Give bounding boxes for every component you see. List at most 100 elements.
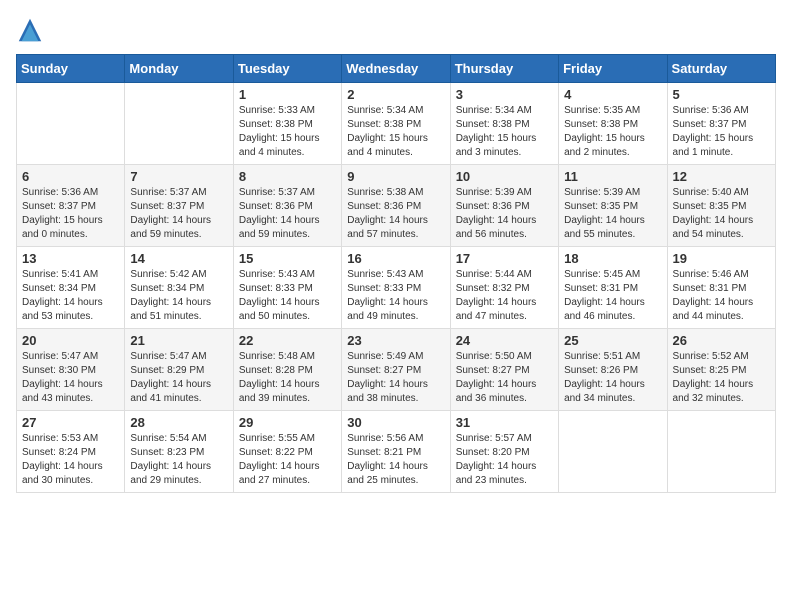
- calendar-cell: 11 Sunrise: 5:39 AM Sunset: 8:35 PM Dayli…: [559, 165, 667, 247]
- day-info: Sunrise: 5:34 AM Sunset: 8:38 PM Dayligh…: [456, 104, 553, 160]
- calendar-week-1: 1 Sunrise: 5:33 AM Sunset: 8:38 PM Daylig…: [17, 83, 776, 165]
- calendar-cell: 4 Sunrise: 5:35 AM Sunset: 8:38 PM Daylig…: [559, 83, 667, 165]
- calendar-cell: 2 Sunrise: 5:34 AM Sunset: 8:38 PM Daylig…: [342, 83, 450, 165]
- day-info: Sunrise: 5:46 AM Sunset: 8:31 PM Dayligh…: [673, 268, 770, 324]
- day-number: 20: [22, 333, 119, 348]
- calendar-cell: 23 Sunrise: 5:49 AM Sunset: 8:27 PM Dayli…: [342, 329, 450, 411]
- day-number: 6: [22, 169, 119, 184]
- day-info: Sunrise: 5:39 AM Sunset: 8:36 PM Dayligh…: [456, 186, 553, 242]
- day-number: 4: [564, 87, 661, 102]
- day-info: Sunrise: 5:38 AM Sunset: 8:36 PM Dayligh…: [347, 186, 444, 242]
- calendar-cell: [125, 83, 233, 165]
- day-number: 2: [347, 87, 444, 102]
- day-number: 7: [130, 169, 227, 184]
- day-header-saturday: Saturday: [667, 55, 775, 83]
- calendar-cell: 7 Sunrise: 5:37 AM Sunset: 8:37 PM Daylig…: [125, 165, 233, 247]
- day-info: Sunrise: 5:40 AM Sunset: 8:35 PM Dayligh…: [673, 186, 770, 242]
- calendar-cell: 20 Sunrise: 5:47 AM Sunset: 8:30 PM Dayli…: [17, 329, 125, 411]
- day-number: 30: [347, 415, 444, 430]
- calendar-week-5: 27 Sunrise: 5:53 AM Sunset: 8:24 PM Dayli…: [17, 411, 776, 493]
- day-info: Sunrise: 5:41 AM Sunset: 8:34 PM Dayligh…: [22, 268, 119, 324]
- day-info: Sunrise: 5:55 AM Sunset: 8:22 PM Dayligh…: [239, 432, 336, 488]
- day-number: 9: [347, 169, 444, 184]
- day-header-monday: Monday: [125, 55, 233, 83]
- calendar-cell: 29 Sunrise: 5:55 AM Sunset: 8:22 PM Dayli…: [233, 411, 341, 493]
- page-header: [16, 16, 776, 44]
- day-number: 23: [347, 333, 444, 348]
- day-info: Sunrise: 5:45 AM Sunset: 8:31 PM Dayligh…: [564, 268, 661, 324]
- calendar-cell: 5Sunrise: 5:36 AM Sunset: 8:37 PM Daylig…: [667, 83, 775, 165]
- day-info: Sunrise: 5:54 AM Sunset: 8:23 PM Dayligh…: [130, 432, 227, 488]
- calendar-header-row: SundayMondayTuesdayWednesdayThursdayFrid…: [17, 55, 776, 83]
- calendar-cell: 22 Sunrise: 5:48 AM Sunset: 8:28 PM Dayli…: [233, 329, 341, 411]
- calendar-cell: 12 Sunrise: 5:40 AM Sunset: 8:35 PM Dayli…: [667, 165, 775, 247]
- day-info: Sunrise: 5:39 AM Sunset: 8:35 PM Dayligh…: [564, 186, 661, 242]
- calendar-cell: 15Sunrise: 5:43 AM Sunset: 8:33 PM Dayli…: [233, 247, 341, 329]
- logo-icon: [16, 16, 44, 44]
- day-number: 18: [564, 251, 661, 266]
- calendar-cell: 6 Sunrise: 5:36 AM Sunset: 8:37 PM Daylig…: [17, 165, 125, 247]
- day-info: Sunrise: 5:50 AM Sunset: 8:27 PM Dayligh…: [456, 350, 553, 406]
- day-number: 1: [239, 87, 336, 102]
- day-number: 27: [22, 415, 119, 430]
- calendar-cell: 17 Sunrise: 5:44 AM Sunset: 8:32 PM Dayli…: [450, 247, 558, 329]
- day-number: 31: [456, 415, 553, 430]
- calendar-cell: 30 Sunrise: 5:56 AM Sunset: 8:21 PM Dayli…: [342, 411, 450, 493]
- day-info: Sunrise: 5:43 AM Sunset: 8:33 PM Dayligh…: [347, 268, 444, 324]
- day-number: 12: [673, 169, 770, 184]
- calendar-cell: 3 Sunrise: 5:34 AM Sunset: 8:38 PM Daylig…: [450, 83, 558, 165]
- day-header-friday: Friday: [559, 55, 667, 83]
- calendar-cell: 18 Sunrise: 5:45 AM Sunset: 8:31 PM Dayli…: [559, 247, 667, 329]
- day-info: Sunrise: 5:48 AM Sunset: 8:28 PM Dayligh…: [239, 350, 336, 406]
- day-number: 21: [130, 333, 227, 348]
- calendar-week-3: 13 Sunrise: 5:41 AM Sunset: 8:34 PM Dayli…: [17, 247, 776, 329]
- calendar-week-4: 20 Sunrise: 5:47 AM Sunset: 8:30 PM Dayli…: [17, 329, 776, 411]
- day-number: 16: [347, 251, 444, 266]
- day-number: 17: [456, 251, 553, 266]
- day-info: Sunrise: 5:42 AM Sunset: 8:34 PM Dayligh…: [130, 268, 227, 324]
- calendar-cell: [559, 411, 667, 493]
- calendar-cell: 9 Sunrise: 5:38 AM Sunset: 8:36 PM Daylig…: [342, 165, 450, 247]
- calendar-cell: 13 Sunrise: 5:41 AM Sunset: 8:34 PM Dayli…: [17, 247, 125, 329]
- day-number: 11: [564, 169, 661, 184]
- day-number: 19: [673, 251, 770, 266]
- day-info: Sunrise: 5:33 AM Sunset: 8:38 PM Dayligh…: [239, 104, 336, 160]
- day-header-tuesday: Tuesday: [233, 55, 341, 83]
- day-info: Sunrise: 5:36 AM Sunset: 8:37 PM Dayligh…: [22, 186, 119, 242]
- day-info: Sunrise: 5:35 AM Sunset: 8:38 PM Dayligh…: [564, 104, 661, 160]
- calendar-cell: 10 Sunrise: 5:39 AM Sunset: 8:36 PM Dayli…: [450, 165, 558, 247]
- day-info: Sunrise: 5:51 AM Sunset: 8:26 PM Dayligh…: [564, 350, 661, 406]
- day-info: Sunrise: 5:37 AM Sunset: 8:37 PM Dayligh…: [130, 186, 227, 242]
- day-number: 3: [456, 87, 553, 102]
- calendar-cell: 28 Sunrise: 5:54 AM Sunset: 8:23 PM Dayli…: [125, 411, 233, 493]
- calendar-cell: [667, 411, 775, 493]
- day-info: Sunrise: 5:49 AM Sunset: 8:27 PM Dayligh…: [347, 350, 444, 406]
- calendar-cell: 14 Sunrise: 5:42 AM Sunset: 8:34 PM Dayli…: [125, 247, 233, 329]
- calendar-cell: [17, 83, 125, 165]
- day-number: 14: [130, 251, 227, 266]
- day-number: 22: [239, 333, 336, 348]
- day-number: 28: [130, 415, 227, 430]
- day-number: 25: [564, 333, 661, 348]
- day-info: Sunrise: 5:37 AM Sunset: 8:36 PM Dayligh…: [239, 186, 336, 242]
- day-info: Sunrise: 5:47 AM Sunset: 8:30 PM Dayligh…: [22, 350, 119, 406]
- day-number: 29: [239, 415, 336, 430]
- day-info: Sunrise: 5:44 AM Sunset: 8:32 PM Dayligh…: [456, 268, 553, 324]
- calendar-cell: 27 Sunrise: 5:53 AM Sunset: 8:24 PM Dayli…: [17, 411, 125, 493]
- calendar-cell: 19 Sunrise: 5:46 AM Sunset: 8:31 PM Dayli…: [667, 247, 775, 329]
- calendar-cell: 26Sunrise: 5:52 AM Sunset: 8:25 PM Dayli…: [667, 329, 775, 411]
- day-number: 5: [673, 87, 770, 102]
- calendar-cell: 8 Sunrise: 5:37 AM Sunset: 8:36 PM Daylig…: [233, 165, 341, 247]
- day-number: 10: [456, 169, 553, 184]
- day-number: 24: [456, 333, 553, 348]
- day-info: Sunrise: 5:56 AM Sunset: 8:21 PM Dayligh…: [347, 432, 444, 488]
- day-number: 13: [22, 251, 119, 266]
- day-info: Sunrise: 5:57 AM Sunset: 8:20 PM Dayligh…: [456, 432, 553, 488]
- calendar-table: SundayMondayTuesdayWednesdayThursdayFrid…: [16, 54, 776, 493]
- day-info: Sunrise: 5:34 AM Sunset: 8:38 PM Dayligh…: [347, 104, 444, 160]
- day-number: 8: [239, 169, 336, 184]
- day-info: Sunrise: 5:53 AM Sunset: 8:24 PM Dayligh…: [22, 432, 119, 488]
- day-number: 26: [673, 333, 770, 348]
- calendar-cell: 24 Sunrise: 5:50 AM Sunset: 8:27 PM Dayli…: [450, 329, 558, 411]
- calendar-cell: 1 Sunrise: 5:33 AM Sunset: 8:38 PM Daylig…: [233, 83, 341, 165]
